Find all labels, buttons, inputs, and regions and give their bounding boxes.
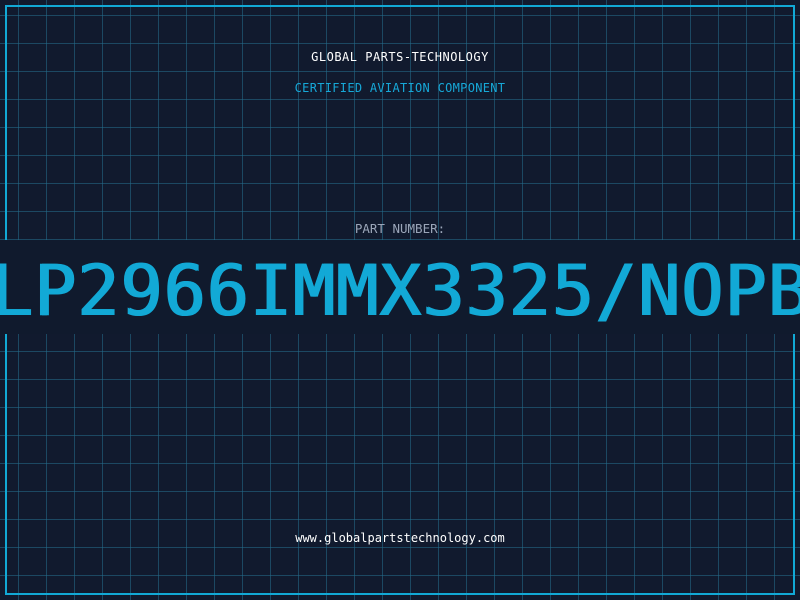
label-page: GLOBAL PARTS-TECHNOLOGY CERTIFIED AVIATI… (0, 0, 800, 600)
certification-subtitle: CERTIFIED AVIATION COMPONENT (294, 81, 506, 95)
part-number-band: LP2966IMMX3325/NOPB (0, 240, 800, 334)
website-url: www.globalpartstechnology.com (295, 531, 505, 545)
part-number-value: LP2966IMMX3325/NOPB (0, 250, 800, 332)
company-name: GLOBAL PARTS-TECHNOLOGY (311, 50, 489, 64)
part-number-label: PART NUMBER: (354, 221, 446, 236)
